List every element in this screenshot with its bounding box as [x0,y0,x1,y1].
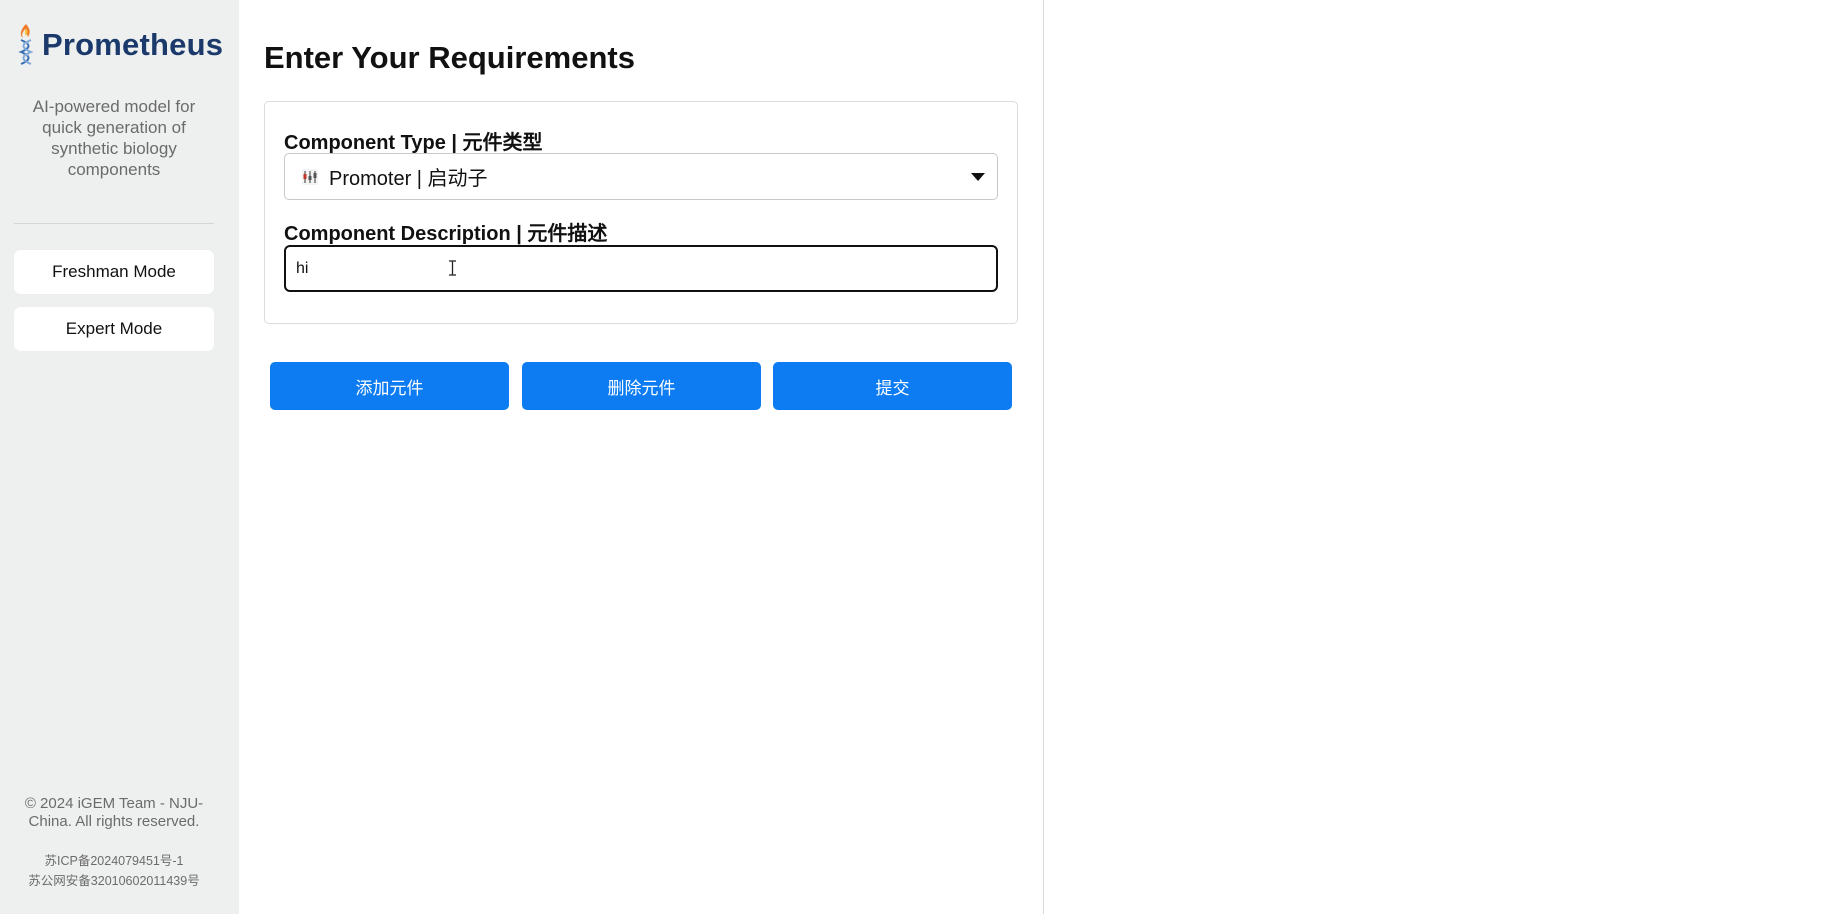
component-type-label: Component Type | 元件类型 [284,132,543,154]
icp-records: 苏ICP备2024079451号-1 苏公网安备32010602011439号 [14,851,214,891]
expert-mode-button[interactable]: Expert Mode [14,307,214,351]
text-cursor-icon [449,260,456,276]
delete-component-button[interactable]: 删除元件 [522,362,761,410]
police-record-link[interactable]: 苏公网安备32010602011439号 [14,871,214,891]
brand[interactable]: Prometheus [16,22,223,68]
component-description-input[interactable] [284,245,998,292]
component-description-label: Component Description | 元件描述 [284,223,608,245]
copyright-text: © 2024 iGEM Team - NJU-China. All rights… [24,795,204,830]
promoter-icon [302,168,318,185]
dna-flame-logo-icon [18,24,34,65]
icp-link[interactable]: 苏ICP备2024079451号-1 [14,851,214,871]
freshman-mode-button[interactable]: Freshman Mode [14,250,214,294]
component-type-value: Promoter | 启动子 [329,168,488,190]
tagline: AI-powered model for quick generation of… [32,97,196,179]
brand-name: Prometheus [42,27,224,62]
sidebar-divider [14,223,214,224]
main-panel: Enter Your Requirements Component Type |… [239,0,1044,914]
add-component-button[interactable]: 添加元件 [270,362,509,410]
app-root: Prometheus AI-powered model for quick ge… [0,0,1844,914]
submit-button[interactable]: 提交 [773,362,1012,410]
sidebar: Prometheus AI-powered model for quick ge… [0,0,239,914]
results-panel [1044,0,1844,914]
chevron-down-icon[interactable] [971,173,985,181]
page-title: Enter Your Requirements [264,40,635,75]
component-type-select[interactable]: Promoter | 启动子 [284,153,998,200]
component-card: Component Type | 元件类型 Promoter | 启动子 Com… [264,101,1018,324]
